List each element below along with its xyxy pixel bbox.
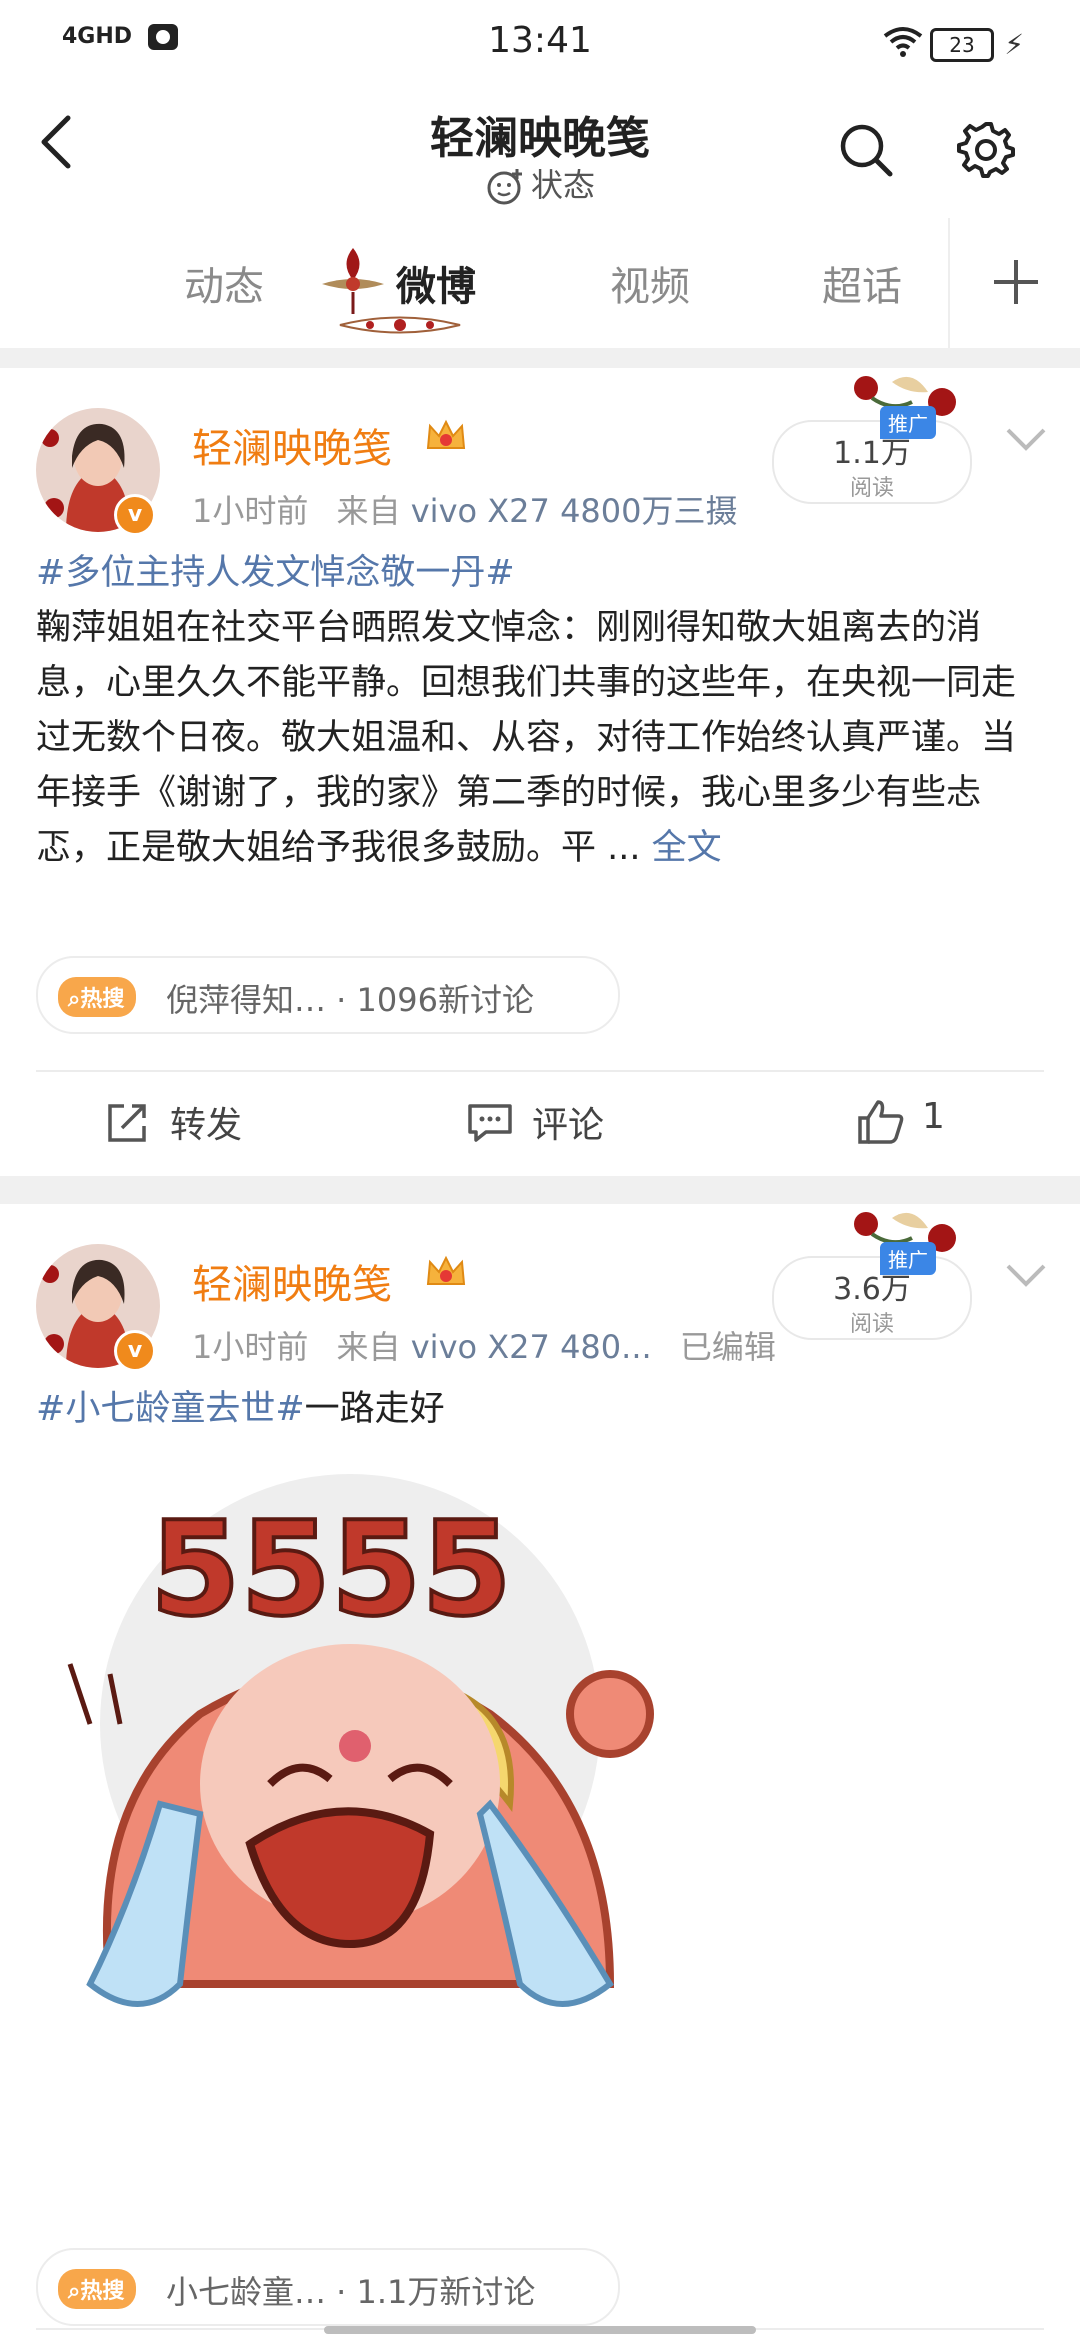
- source-prefix: 来自: [336, 1328, 401, 1366]
- edited-label[interactable]: 已编辑: [680, 1328, 776, 1366]
- verified-badge-icon: v: [114, 1330, 156, 1372]
- hot-search-pill[interactable]: ⌕热搜 倪萍得知… · 1096新讨论: [36, 956, 620, 1034]
- source-prefix: 来自: [336, 492, 401, 530]
- post-time: 1小时前: [192, 492, 309, 530]
- vip-crown-icon[interactable]: [424, 1254, 468, 1292]
- crying-sticker-image[interactable]: 5555: [50, 1424, 690, 2084]
- tab-super-topic[interactable]: 超话: [822, 254, 902, 312]
- full-text-link[interactable]: 全文: [652, 828, 722, 868]
- tab-weibo[interactable]: 微博: [396, 254, 476, 312]
- comment-label: 评论: [532, 1105, 605, 1146]
- hot-search-text: 小七龄童… · 1.1万新讨论: [166, 2273, 536, 2311]
- tab-dynamic[interactable]: 动态: [184, 254, 264, 312]
- profile-title: 轻澜映晚笺: [430, 113, 650, 164]
- wifi-icon: [883, 27, 923, 57]
- hot-badge-label: 热搜: [80, 987, 125, 1012]
- repost-icon: [108, 1104, 146, 1142]
- post-username[interactable]: 轻澜映晚笺: [192, 416, 392, 474]
- post-topic[interactable]: #多位主持人发文悼念敬一丹#: [36, 553, 515, 593]
- post-body: 鞠萍姐姐在社交平台晒照发文悼念：刚刚得知敬大姐离去的消息，心里久久不能平静。回想…: [36, 608, 1017, 868]
- section-separator: [0, 348, 1080, 368]
- battery-level: 23: [949, 33, 975, 57]
- promo-tag: 推广: [880, 1242, 936, 1275]
- magnifier-icon: ⌕: [68, 987, 81, 1012]
- like-count: 1: [922, 1096, 945, 1137]
- post-body: 一路走好: [304, 1389, 445, 1429]
- profile-header: 轻澜映晚笺 状态: [0, 84, 1080, 220]
- chevron-down-icon[interactable]: [1004, 424, 1048, 454]
- ornament-decoration-icon: [322, 248, 384, 314]
- home-indicator[interactable]: [324, 2326, 756, 2334]
- hot-search-text: 倪萍得知… · 1096新讨论: [166, 981, 534, 1019]
- gear-icon[interactable]: [956, 120, 1016, 180]
- promo-badge: 推广: [852, 1208, 960, 1288]
- profile-tabs: 动态 微博 视频 超话: [0, 218, 1080, 348]
- read-label: 阅读: [849, 476, 894, 501]
- post-meta: 1小时前 来自 vivo X27 4800万三摄: [192, 486, 738, 532]
- read-label: 阅读: [849, 1312, 894, 1337]
- post-card[interactable]: v 轻澜映晚笺 1小时前 来自 vivo X27 4800万三摄 1.1万 阅读…: [0, 368, 1080, 1176]
- status-button[interactable]: 状态: [0, 160, 1080, 207]
- hot-badge-label: 热搜: [80, 2279, 125, 2304]
- comment-icon: [468, 1104, 512, 1142]
- sticker-text: 5555: [150, 1493, 512, 1645]
- charging-icon: ⚡: [1004, 28, 1024, 61]
- active-tab-ornament-icon: [339, 316, 461, 334]
- battery-icon: 23: [930, 28, 994, 62]
- vip-crown-icon[interactable]: [424, 418, 468, 456]
- plus-icon: [994, 260, 1038, 304]
- post-card[interactable]: v 轻澜映晚笺 1小时前 来自 vivo X27 480... 已编辑 3.6万…: [0, 1204, 1080, 2340]
- post-username[interactable]: 轻澜映晚笺: [192, 1252, 392, 1310]
- search-icon[interactable]: [836, 120, 896, 180]
- chevron-down-icon[interactable]: [1004, 1260, 1048, 1290]
- post-source[interactable]: vivo X27 4800万三摄: [411, 492, 738, 530]
- hot-search-badge: ⌕热搜: [58, 977, 137, 1017]
- post-meta: 1小时前 来自 vivo X27 480... 已编辑: [192, 1322, 776, 1368]
- hot-search-badge: ⌕热搜: [58, 2269, 137, 2309]
- add-status-icon: [487, 169, 522, 205]
- repost-label: 转发: [170, 1105, 243, 1146]
- section-separator: [0, 1176, 1080, 1204]
- add-tab-button[interactable]: [948, 218, 1080, 348]
- divider: [36, 1070, 1044, 1072]
- status-label: 状态: [530, 166, 595, 204]
- post-topic[interactable]: #小七龄童去世#: [36, 1389, 305, 1429]
- post-time: 1小时前: [192, 1328, 309, 1366]
- promo-badge: 推广: [852, 372, 960, 452]
- thumbs-up-icon: [858, 1100, 904, 1144]
- promo-tag: 推广: [880, 406, 936, 439]
- hot-search-pill[interactable]: ⌕热搜 小七龄童… · 1.1万新讨论: [36, 2248, 620, 2326]
- screen: 4GHD 13:41 23 ⚡ 轻澜映晚笺 状态 动态 微博 视频 超话 v 轻…: [0, 0, 1080, 2340]
- post-source[interactable]: vivo X27 480...: [411, 1328, 652, 1366]
- post-text: #多位主持人发文悼念敬一丹# 鞠萍姐姐在社交平台晒照发文悼念：刚刚得知敬大姐离去…: [36, 546, 1036, 876]
- tab-video[interactable]: 视频: [610, 254, 690, 312]
- verified-badge-icon: v: [114, 494, 156, 536]
- status-bar: 4GHD 13:41 23 ⚡: [0, 0, 1080, 84]
- magnifier-icon: ⌕: [68, 2279, 81, 2304]
